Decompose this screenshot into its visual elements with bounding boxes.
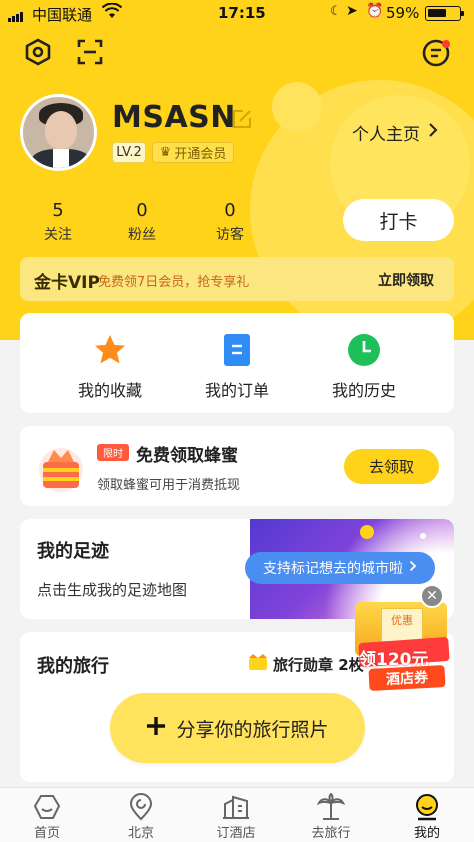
shortcut-label: 我的历史 <box>331 381 396 400</box>
shortcut-history[interactable]: 我的历史 <box>304 333 424 401</box>
tab-label: 北京 <box>127 826 154 841</box>
signal-icon <box>8 4 24 22</box>
footprint-title: 我的足迹 <box>37 541 109 562</box>
carrier-name: 中国联通 <box>32 6 93 24</box>
trip-title: 我的旅行 <box>37 656 109 677</box>
claim-honey-button[interactable]: 去领取 <box>344 449 439 484</box>
tab-home[interactable]: 首页 <box>0 792 94 841</box>
chevron-right-icon <box>409 560 417 576</box>
star-icon <box>93 333 127 367</box>
tab-label: 我的 <box>413 826 440 841</box>
limited-time-tag: 限时 <box>97 444 129 461</box>
settings-hex-icon[interactable] <box>22 36 54 68</box>
stat-label: 关注 <box>44 227 72 243</box>
honey-gift-icon <box>34 440 88 494</box>
shortcut-favorites[interactable]: 我的收藏 <box>50 333 170 401</box>
wifi-icon <box>101 2 123 23</box>
vip-promo-text: 免费领7日会员，抢专享礼 <box>98 275 250 290</box>
stat-following[interactable]: 5 关注 <box>38 200 78 244</box>
tab-label: 订酒店 <box>216 826 256 841</box>
hotel-coupon-promo[interactable]: 优惠 领120元 酒店券 ✕ <box>355 584 455 692</box>
tab-city[interactable]: 北京 <box>94 792 188 841</box>
alarm-icon: ⏰ <box>366 3 384 19</box>
stat-label: 粉丝 <box>128 227 156 243</box>
honey-card[interactable]: 限时 免费领取蜂蜜 领取蜂蜜可用于消费抵现 去领取 <box>20 426 454 506</box>
clock-time: 17:15 <box>218 4 266 22</box>
shortcut-orders[interactable]: 我的订单 <box>177 333 297 401</box>
close-icon[interactable]: ✕ <box>420 584 444 608</box>
crown-icon: ♛ <box>159 145 172 160</box>
stat-count: 0 <box>136 200 148 221</box>
vip-claim-button[interactable]: 立即领取 <box>378 270 434 290</box>
hotel-icon <box>189 792 283 822</box>
shortcut-label: 我的收藏 <box>77 381 142 400</box>
homepage-link-label: 个人主页 <box>352 125 420 145</box>
username: MSASN <box>112 100 236 135</box>
clock-icon <box>347 333 381 367</box>
share-photos-button[interactable]: 分享你的旅行照片 <box>110 693 365 763</box>
tab-label: 首页 <box>33 826 60 841</box>
avatar[interactable] <box>20 94 97 171</box>
location-icon <box>94 792 188 822</box>
chevron-right-icon <box>428 122 438 143</box>
tab-hotel[interactable]: 订酒店 <box>189 792 283 841</box>
level-badge: LV.2 <box>112 142 146 163</box>
vip-badge[interactable]: ♛ 开通会员 <box>152 142 234 163</box>
honey-title: 免费领取蜂蜜 <box>136 446 238 466</box>
star-dot-icon <box>420 533 426 539</box>
city-mark-tooltip[interactable]: 支持标记想去的城市啦 <box>245 552 435 584</box>
vip-promo-bar[interactable]: 金卡VIP 免费领7日会员，抢专享礼 立即领取 <box>20 257 454 301</box>
edit-icon[interactable] <box>230 107 254 131</box>
scan-icon[interactable] <box>74 36 106 68</box>
coupon-label: 酒店券 <box>368 665 446 691</box>
medal-icon <box>248 653 268 675</box>
stat-count: 5 <box>52 200 64 221</box>
battery-icon <box>425 6 464 21</box>
share-photos-label: 分享你的旅行照片 <box>176 718 329 741</box>
tab-bar: 首页 北京 订酒店 去旅行 我的 <box>0 787 474 842</box>
medal-label: 旅行勋章 2枚 <box>273 655 364 674</box>
status-bar: 中国联通 17:15 ☾ ➤ ⏰ 59% <box>0 0 474 26</box>
battery-percent: 59% <box>386 4 420 22</box>
stat-visitors[interactable]: 0 访客 <box>208 200 252 244</box>
stat-fans[interactable]: 0 粉丝 <box>122 200 162 244</box>
profile-icon <box>380 792 474 822</box>
plus-icon <box>146 716 166 741</box>
travel-medal-link[interactable]: 旅行勋章 2枚 <box>248 653 364 675</box>
coupon-ticket: 优惠 <box>381 608 423 642</box>
message-icon[interactable] <box>420 36 454 70</box>
tab-profile[interactable]: 我的 <box>380 792 474 841</box>
shortcut-label: 我的订单 <box>204 381 269 400</box>
checkin-button[interactable]: 打卡 <box>343 199 454 241</box>
moon-icon: ☾ <box>330 4 342 19</box>
tooltip-text: 支持标记想去的城市啦 <box>263 561 403 577</box>
vip-logo: 金卡VIP <box>34 273 100 293</box>
document-icon <box>220 333 254 367</box>
stat-label: 访客 <box>216 227 244 243</box>
planet-icon <box>360 525 374 539</box>
tab-travel[interactable]: 去旅行 <box>284 792 378 841</box>
footprint-subtitle: 点击生成我的足迹地图 <box>37 581 188 599</box>
palm-tree-icon <box>284 792 378 822</box>
location-arrow-icon: ➤ <box>346 3 358 19</box>
homepage-link[interactable]: 个人主页 <box>352 120 438 145</box>
stat-count: 0 <box>224 200 236 221</box>
tab-label: 去旅行 <box>311 826 351 841</box>
honey-subtitle: 领取蜂蜜可用于消费抵现 <box>97 478 241 493</box>
vip-badge-label: 开通会员 <box>174 147 227 162</box>
header-decoration <box>272 82 322 132</box>
shortcuts-card: 我的收藏 我的订单 我的历史 <box>20 313 454 413</box>
home-icon <box>0 792 94 822</box>
